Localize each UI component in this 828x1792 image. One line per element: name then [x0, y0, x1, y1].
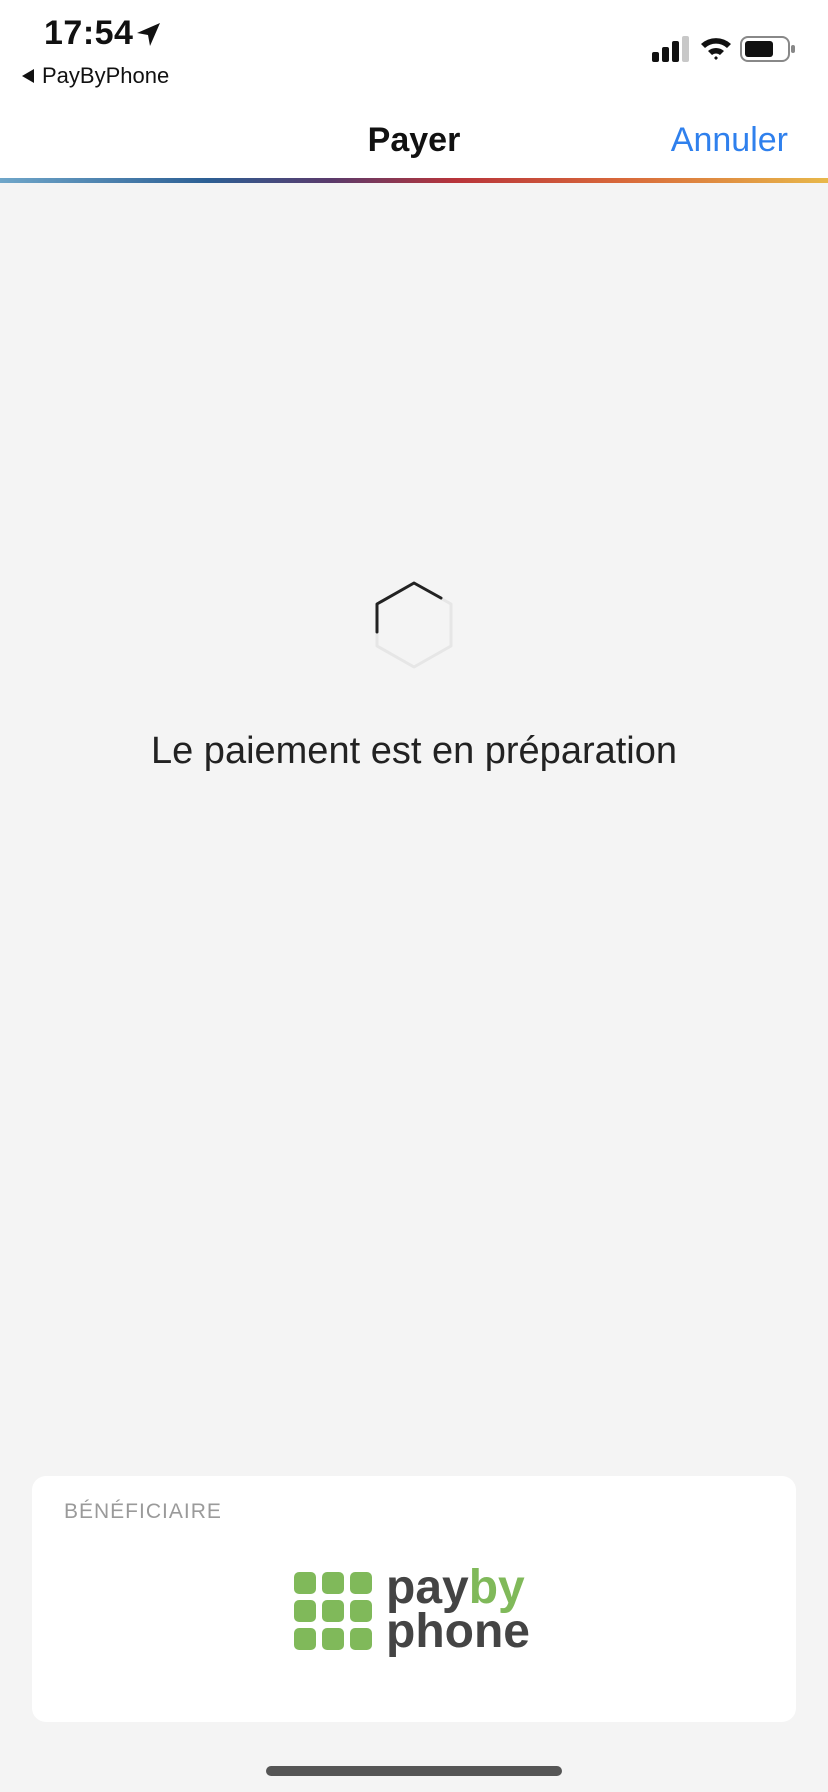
- logo-keypad-icon: [294, 1572, 374, 1652]
- loading-message: Le paiement est en préparation: [150, 730, 678, 772]
- cancel-button[interactable]: Annuler: [671, 121, 788, 160]
- top-bar-area: 17:54 PayByPhone Payer Annuler: [0, 0, 828, 180]
- beneficiary-label: BÉNÉFICIAIRE: [64, 1500, 222, 1523]
- logo-wordmark: payby phone: [386, 1564, 530, 1656]
- back-app-label: PayByPhone: [42, 63, 170, 88]
- status-time: 17:54: [44, 14, 134, 52]
- header-gradient-divider: [0, 178, 828, 183]
- paybyphone-logo: payby phone: [294, 1564, 544, 1662]
- location-arrow-icon: [137, 23, 160, 46]
- wifi-icon: [701, 38, 731, 60]
- back-to-app-link[interactable]: PayByPhone: [22, 62, 169, 90]
- beneficiary-card: BÉNÉFICIAIRE payby phone: [32, 1476, 796, 1722]
- logo-word-phone: phone: [386, 1605, 530, 1658]
- back-triangle-icon: [22, 69, 34, 83]
- cellular-signal-icon: [652, 36, 689, 62]
- status-bar: 17:54 PayByPhone: [0, 0, 828, 100]
- navigation-bar: Payer Annuler: [0, 105, 828, 177]
- battery-icon: [740, 36, 795, 62]
- home-indicator[interactable]: [266, 1766, 562, 1776]
- loading-hexagon-icon: [375, 581, 453, 669]
